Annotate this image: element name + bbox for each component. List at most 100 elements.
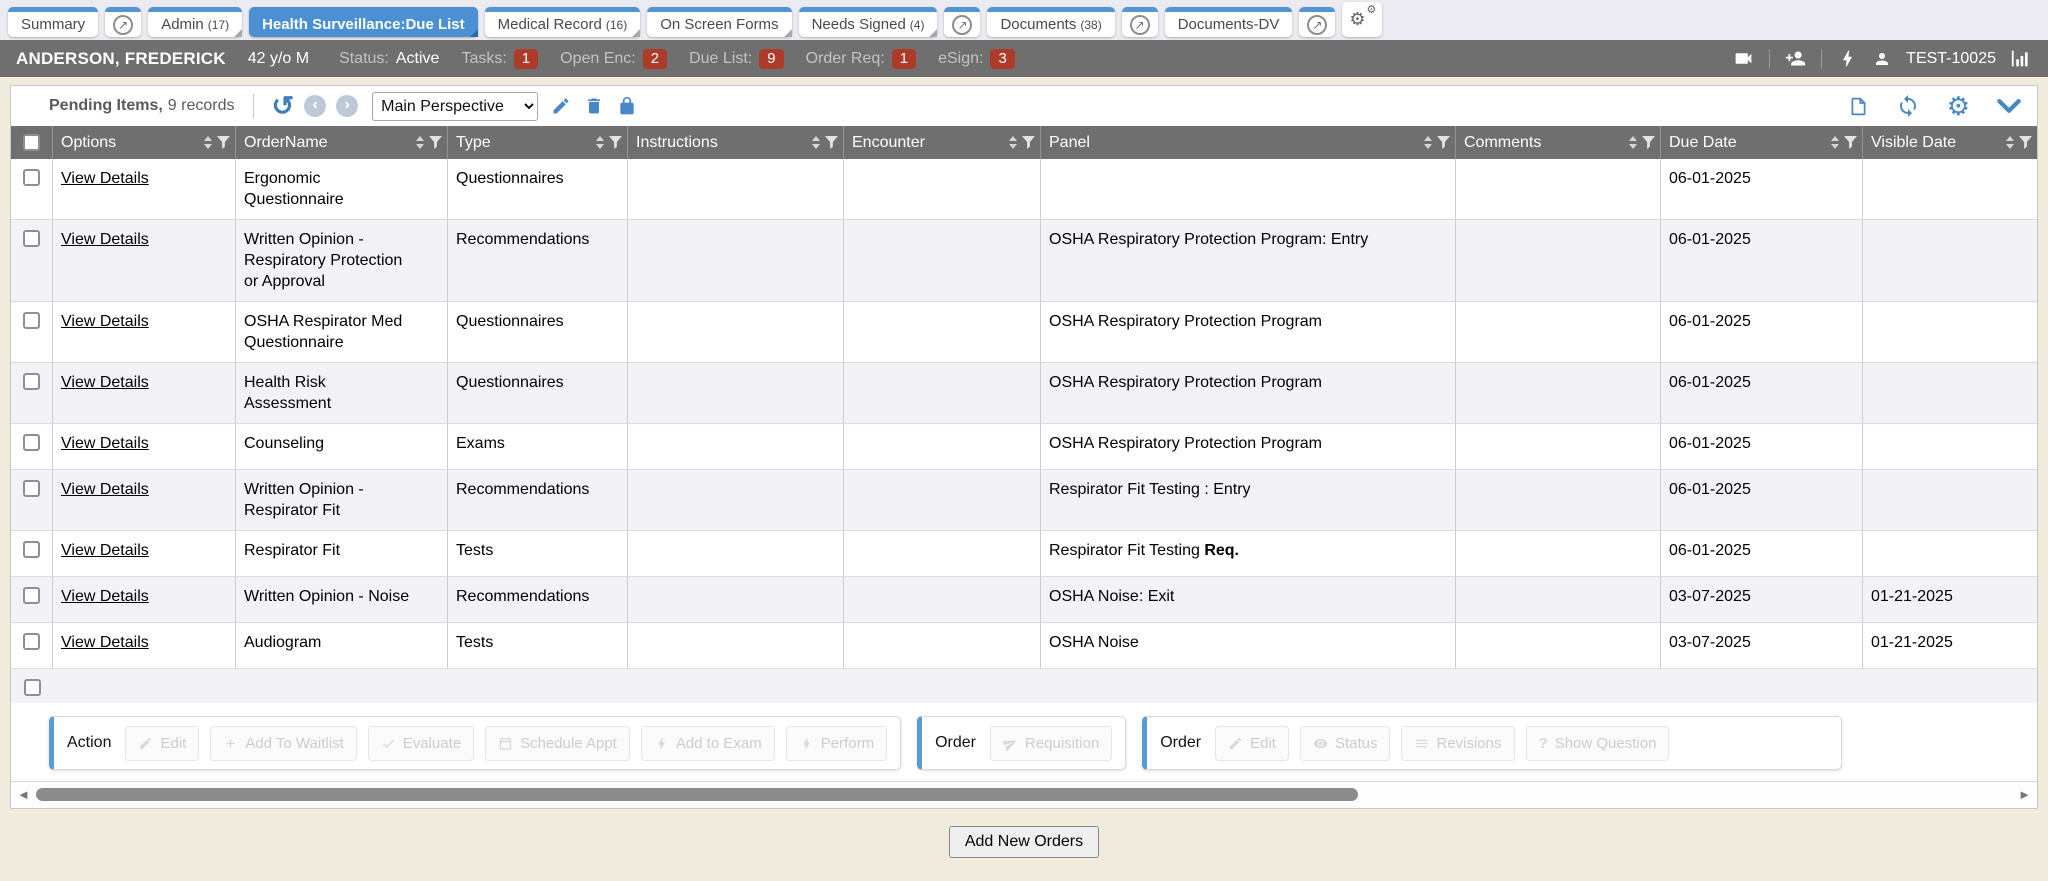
open-enc-counter[interactable]: Open Enc: 2	[560, 49, 667, 69]
lightning-icon[interactable]	[1837, 48, 1858, 69]
tab-summary[interactable]: Summary	[8, 7, 98, 37]
view-details-link[interactable]: View Details	[61, 170, 149, 187]
show-question-button[interactable]: ?Show Question	[1526, 726, 1670, 761]
view-details-link[interactable]: View Details	[61, 588, 149, 605]
comments-cell	[1456, 220, 1661, 301]
order-edit-button[interactable]: Edit	[1215, 726, 1289, 761]
edit-button[interactable]: Edit	[125, 726, 199, 761]
sort-icon[interactable]	[1831, 136, 1839, 149]
view-details-link[interactable]: View Details	[61, 542, 149, 559]
tab-needs-signed[interactable]: Needs Signed(4)	[799, 7, 938, 37]
view-details-link[interactable]: View Details	[61, 374, 149, 391]
lock-perspective-button[interactable]	[617, 96, 637, 116]
tab-needs-signed-popout-button[interactable]: ↗	[944, 7, 980, 37]
tab-documents[interactable]: Documents(38)	[987, 7, 1114, 37]
row-checkbox[interactable]	[24, 679, 41, 696]
sort-icon[interactable]	[1629, 136, 1637, 149]
view-details-link[interactable]: View Details	[61, 634, 149, 651]
person-add-icon[interactable]	[1785, 48, 1806, 69]
esign-counter[interactable]: eSign: 3	[938, 49, 1015, 69]
view-details-link[interactable]: View Details	[61, 481, 149, 498]
row-checkbox[interactable]	[23, 480, 40, 497]
sort-icon[interactable]	[1424, 136, 1432, 149]
prev-chevron-icon[interactable]: ‹	[304, 95, 326, 117]
person-icon[interactable]	[1873, 50, 1891, 68]
tab-documents-popout-button[interactable]: ↗	[1122, 7, 1158, 37]
video-camera-icon[interactable]	[1733, 48, 1754, 69]
order-req-counter[interactable]: Order Req: 1	[806, 49, 916, 69]
tab-admin[interactable]: Admin(17)	[148, 7, 242, 37]
filter-icon[interactable]	[1844, 136, 1857, 149]
row-checkbox[interactable]	[23, 169, 40, 186]
add-to-exam-button[interactable]: Add to Exam	[641, 726, 775, 761]
scroll-right-arrow[interactable]: ►	[2018, 787, 2031, 802]
due-date-cell: 06-01-2025	[1661, 470, 1863, 530]
filter-icon[interactable]	[1437, 136, 1450, 149]
sort-icon[interactable]	[204, 136, 212, 149]
instructions-cell	[628, 470, 844, 530]
delete-perspective-button[interactable]	[584, 96, 604, 116]
perspective-select[interactable]: Main Perspective	[372, 92, 538, 121]
table-row: View Details Health Risk Assessment Ques…	[11, 363, 2037, 424]
new-document-icon[interactable]	[1848, 95, 1869, 118]
undo-icon[interactable]: ↺	[272, 93, 295, 119]
gears-icon: ⚙	[1349, 10, 1365, 28]
view-details-link[interactable]: View Details	[61, 435, 149, 452]
scroll-left-arrow[interactable]: ◄	[17, 787, 30, 802]
corner-fold-icon	[632, 29, 640, 37]
order-name: Ergonomic Questionnaire	[244, 168, 412, 210]
eye-icon	[1313, 736, 1328, 751]
order-bar-label: Order	[1160, 734, 1201, 752]
edit-perspective-button[interactable]	[551, 96, 571, 116]
row-checkbox[interactable]	[23, 434, 40, 451]
tab-summary-popout-button[interactable]: ↗	[105, 7, 141, 37]
row-checkbox[interactable]	[23, 541, 40, 558]
tab-settings-button[interactable]: ⚙ ⚙	[1342, 2, 1382, 37]
gear-icon[interactable]: ⚙	[1947, 93, 1970, 119]
filter-icon[interactable]	[1642, 136, 1655, 149]
add-to-waitlist-button[interactable]: Add To Waitlist	[210, 726, 356, 761]
schedule-appt-button[interactable]: Schedule Appt	[485, 726, 630, 761]
evaluate-button[interactable]: Evaluate	[368, 726, 474, 761]
sort-icon[interactable]	[416, 136, 424, 149]
sort-icon[interactable]	[2006, 136, 2014, 149]
filter-icon[interactable]	[217, 136, 230, 149]
filter-icon[interactable]	[429, 136, 442, 149]
row-checkbox[interactable]	[23, 230, 40, 247]
row-checkbox[interactable]	[23, 587, 40, 604]
tab-health-surveillance-due-list[interactable]: Health Surveillance:Due List	[249, 7, 478, 37]
row-checkbox[interactable]	[23, 312, 40, 329]
row-checkbox[interactable]	[23, 373, 40, 390]
column-type: Type	[448, 126, 628, 159]
sort-icon[interactable]	[596, 136, 604, 149]
view-details-link[interactable]: View Details	[61, 231, 149, 248]
revisions-button[interactable]: Revisions	[1401, 726, 1514, 761]
tab-medical-record[interactable]: Medical Record(16)	[485, 7, 641, 37]
filter-icon[interactable]	[609, 136, 622, 149]
due-list-counter[interactable]: Due List: 9	[689, 49, 783, 69]
refresh-icon[interactable]	[1896, 94, 1920, 118]
scrollbar-thumb[interactable]	[36, 788, 1358, 801]
status-button[interactable]: Status	[1300, 726, 1391, 761]
perform-button[interactable]: Perform	[786, 726, 887, 761]
select-all-checkbox[interactable]	[23, 134, 40, 151]
filter-icon[interactable]	[2019, 136, 2032, 149]
next-chevron-icon[interactable]: ›	[336, 95, 358, 117]
order-type: Recommendations	[448, 470, 628, 530]
requisition-button[interactable]: Requisition	[990, 726, 1112, 761]
sort-icon[interactable]	[1009, 136, 1017, 149]
view-details-link[interactable]: View Details	[61, 313, 149, 330]
tasks-counter[interactable]: Tasks: 1	[461, 49, 538, 69]
bar-chart-icon[interactable]	[2011, 48, 2032, 69]
column-ordername: OrderName	[236, 126, 448, 159]
tab-on-screen-forms[interactable]: On Screen Forms	[647, 7, 791, 37]
row-checkbox[interactable]	[23, 633, 40, 650]
trash-icon	[584, 96, 604, 116]
filter-icon[interactable]	[1022, 136, 1035, 149]
sort-icon[interactable]	[812, 136, 820, 149]
filter-icon[interactable]	[825, 136, 838, 149]
tab-documents-dv-popout-button[interactable]: ↗	[1299, 7, 1335, 37]
tab-documents-dv[interactable]: Documents-DV	[1165, 7, 1293, 37]
add-new-orders-button[interactable]: Add New Orders	[949, 826, 1099, 858]
collapse-chevron-icon[interactable]	[1997, 99, 2021, 114]
